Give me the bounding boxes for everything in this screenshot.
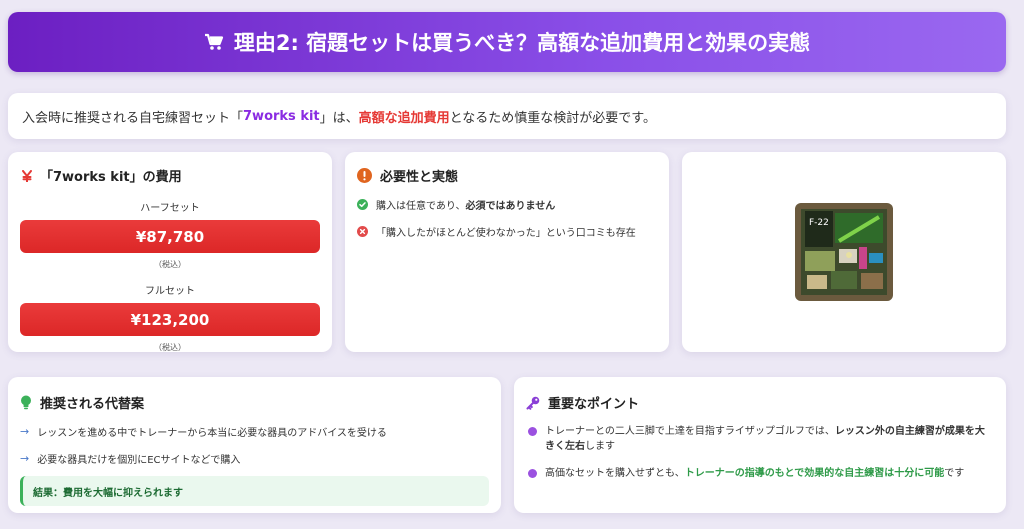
alternatives-card-title: 推奨される代替案: [20, 393, 489, 412]
intro-text-2: 」は、: [319, 110, 359, 126]
full-set-label: フルセット: [145, 286, 195, 297]
bullet-dot-icon: [528, 469, 537, 478]
bullet-dot-icon: [528, 427, 537, 436]
alternative-item-buy-separately: → 必要な器具だけを個別にECサイトなどで購入: [20, 452, 241, 466]
cost-card: 「7works kit」の費用 ハーフセット ¥87,780 （税込） フルセッ…: [8, 152, 332, 352]
key-icon: [526, 396, 540, 410]
cost-card-title: 「7works kit」の費用: [22, 166, 320, 185]
result-callout: 結果：費用を大幅に抑えられます: [20, 476, 489, 506]
key-points-card-title: 重要なポイント: [526, 393, 994, 412]
key-point-item-practice: トレーナーとの二人三脚で上達を目指すライザップゴルフでは、レッスン外の自主練習が…: [526, 424, 994, 454]
half-set-label: ハーフセット: [140, 203, 200, 214]
yen-icon: [22, 169, 32, 182]
x-circle-icon: [357, 226, 368, 237]
kit-image-card: F-22: [682, 152, 1006, 352]
necessity-item-optional: 購入は任意であり、 必須ではありません: [357, 197, 657, 212]
half-set-price: ¥87,780: [20, 220, 320, 253]
intro-text-1: 入会時に推奨される自宅練習セット「: [22, 110, 244, 126]
page-header: 理由2: 宿題セットは買うべき？高額な追加費用と効果の実態: [8, 12, 1006, 72]
intro-kit-name: 7works kit: [243, 108, 320, 124]
alternatives-card: 推奨される代替案 → レッスンを進める中でトレーナーから本当に必要な器具のアドバ…: [8, 377, 501, 513]
full-set-price: ¥123,200: [20, 303, 320, 336]
alternative-item-advice: → レッスンを進める中でトレーナーから本当に必要な器具のアドバイスを受ける: [20, 425, 387, 439]
intro-card: 入会時に推奨される自宅練習セット「 7works kit 」は、 高額な追加費用 となる…: [8, 93, 1006, 139]
intro-cost-phrase: 高額な追加費用: [358, 110, 450, 126]
key-points-card: 重要なポイント トレーナーとの二人三脚で上達を目指すライザップゴルフでは、レッス…: [514, 377, 1006, 513]
necessity-card: 必要性と実態 購入は任意であり、 必須ではありません 「購入したがほとんど使わなか…: [345, 152, 669, 352]
full-set-tax: （税込）: [154, 343, 186, 352]
cart-icon: [204, 33, 224, 51]
necessity-item-reviews: 「購入したがほとんど使わなかった」という口コミも存在: [357, 224, 657, 239]
lightbulb-icon: [20, 395, 32, 410]
kit-product-image: F-22: [795, 203, 893, 301]
arrow-right-icon: →: [20, 452, 30, 465]
intro-text-3: となるため慎重な検討が必要です。: [449, 110, 656, 126]
half-set-tax: （税込）: [154, 260, 186, 269]
exclamation-icon: [357, 168, 372, 183]
svg-text:F-22: F-22: [809, 218, 829, 228]
check-circle-icon: [357, 199, 368, 210]
key-point-item-no-purchase: 高価なセットを購入せずとも、トレーナーの指導のもとで効果的な自主練習は十分に可能…: [526, 466, 994, 481]
page-title: 理由2: 宿題セットは買うべき？高額な追加費用と効果の実態: [233, 31, 811, 55]
necessity-card-title: 必要性と実態: [357, 166, 657, 185]
arrow-right-icon: →: [20, 425, 30, 438]
